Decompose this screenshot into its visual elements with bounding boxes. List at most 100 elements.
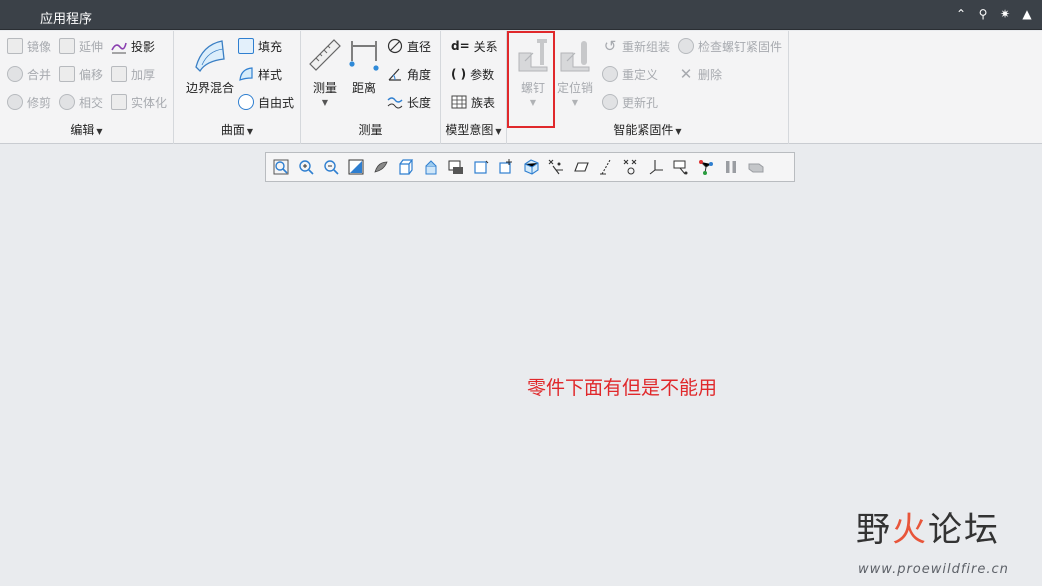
update-holes-icon (602, 94, 618, 110)
offset-label: 偏移 (79, 67, 104, 82)
family-table-button[interactable]: 族表 (451, 91, 495, 113)
reassemble-button[interactable]: ↺ 重新组装 (602, 35, 670, 57)
check-screw-fastener-button[interactable]: 检查螺钉紧固件 (678, 35, 782, 57)
project-icon (111, 38, 127, 54)
layer-icon[interactable] (747, 158, 765, 176)
offset-icon (59, 66, 75, 82)
extend-button[interactable]: 延伸 (59, 35, 103, 57)
fill-icon (238, 38, 254, 54)
intersect-button[interactable]: 相交 (59, 91, 103, 113)
display-style-icon[interactable] (372, 158, 390, 176)
plane-display-icon[interactable] (572, 158, 590, 176)
reorient-icon[interactable] (347, 158, 365, 176)
view-toolbar (265, 152, 795, 182)
point-display-icon[interactable] (622, 158, 640, 176)
redefine-icon (602, 66, 618, 82)
trim-button[interactable]: 修剪 (7, 91, 51, 113)
chevron-down-icon: ▼ (675, 127, 682, 136)
group-measure-label: 测量 (358, 123, 383, 137)
group-model-intent-label[interactable]: 模型意图 ▼ (441, 121, 506, 138)
trim-icon (7, 94, 23, 110)
axis-display-icon[interactable] (597, 158, 615, 176)
delete-button[interactable]: ✕ 删除 (678, 63, 722, 85)
view-manager-icon[interactable] (422, 158, 440, 176)
boundary-blend-icon (192, 37, 228, 73)
annotation-icon[interactable] (672, 158, 690, 176)
dowel-pin-icon (557, 37, 593, 73)
parameters-button[interactable]: ( ) 参数 (451, 63, 494, 85)
perspective-icon[interactable] (447, 158, 465, 176)
diameter-icon (387, 38, 403, 54)
group-edit-label[interactable]: 编辑 ▼ (0, 121, 173, 138)
refresh-icon: ↺ (603, 37, 617, 55)
solidify-icon (111, 94, 127, 110)
chevron-down-icon: ▼ (571, 98, 579, 107)
project-button[interactable]: 投影 (111, 35, 155, 57)
dowel-pin-button[interactable]: 定位销 ▼ (555, 37, 595, 107)
parameters-icon: ( ) (451, 67, 467, 81)
group-surface: 边界混合 填充 样式 自由式 曲面 ▼ (174, 31, 301, 144)
screw-highlight-box (507, 31, 555, 128)
chevron-down-icon: ▼ (96, 127, 103, 136)
freestyle-button[interactable]: 自由式 (238, 91, 294, 113)
ruler-icon (307, 37, 343, 73)
measure-button[interactable]: 测量 ▼ (305, 37, 345, 107)
merge-icon (7, 66, 23, 82)
offset-button[interactable]: 偏移 (59, 63, 103, 85)
style-button[interactable]: 样式 (238, 63, 282, 85)
zoom-in-icon[interactable] (297, 158, 315, 176)
annotation-text: 零件下面有但是不能用 (527, 377, 718, 399)
thicken-button[interactable]: 加厚 (111, 63, 155, 85)
redefine-button[interactable]: 重定义 (602, 63, 658, 85)
connectivity-icon[interactable] (697, 158, 715, 176)
relations-button[interactable]: d= 关系 (451, 35, 498, 57)
boundary-blend-button[interactable]: 边界混合 (180, 37, 240, 96)
length-button[interactable]: 长度 (387, 91, 431, 113)
chevron-down-icon: ▼ (246, 127, 254, 136)
watermark-logo: 野火论坛 (856, 510, 1000, 550)
angle-button[interactable]: 角度 (387, 63, 431, 85)
diameter-button[interactable]: 直径 (387, 35, 431, 57)
group-edit: 镜像 延伸 投影 合并 偏移 加厚 修剪 相交 实体化 编辑 ▼ (0, 31, 174, 144)
chevron-down-icon: ▼ (495, 127, 502, 136)
title-bar: 应用程序 ⌃ ⚲ ✷ ▲ (0, 0, 1042, 30)
table-icon (451, 94, 467, 110)
mirror-button[interactable]: 镜像 (7, 35, 51, 57)
mirror-label: 镜像 (27, 39, 52, 54)
settings-icon[interactable]: ✷ (998, 6, 1012, 22)
distance-icon (346, 37, 382, 73)
watermark: 野火论坛 www.proewildfire.cn (856, 502, 1008, 577)
watermark-url: www.proewildfire.cn (858, 562, 1009, 577)
section-icon[interactable] (522, 158, 540, 176)
freestyle-icon (238, 94, 254, 110)
spin-center-icon[interactable] (497, 158, 515, 176)
angle-icon (387, 66, 403, 82)
update-holes-button[interactable]: 更新孔 (602, 91, 658, 113)
group-surface-label[interactable]: 曲面 ▼ (174, 121, 300, 138)
chevron-up-icon[interactable]: ⌃ (954, 6, 968, 22)
fill-button[interactable]: 填充 (238, 35, 282, 57)
zoom-fit-icon[interactable] (272, 158, 290, 176)
mirror-icon (7, 38, 23, 54)
group-model-intent: d= 关系 ( ) 参数 族表 模型意图 ▼ (441, 31, 507, 144)
close-icon: ✕ (679, 65, 693, 83)
distance-button[interactable]: 距离 (345, 37, 383, 96)
zoom-out-icon[interactable] (322, 158, 340, 176)
extend-label: 延伸 (79, 39, 104, 54)
group-measure: 测量 ▼ 距离 直径 角度 长度 测量 (301, 31, 441, 144)
relations-icon: d= (451, 39, 470, 53)
datum-display-icon[interactable] (547, 158, 565, 176)
merge-button[interactable]: 合并 (7, 63, 51, 85)
check-icon (678, 38, 694, 54)
search-icon[interactable]: ⚲ (976, 6, 990, 22)
annotation-display-icon[interactable] (472, 158, 490, 176)
saved-views-icon[interactable] (397, 158, 415, 176)
csys-display-icon[interactable] (647, 158, 665, 176)
solidify-button[interactable]: 实体化 (111, 91, 167, 113)
trim-label: 修剪 (27, 95, 52, 110)
length-icon (387, 94, 403, 110)
graduation-cap-icon[interactable]: ▲ (1020, 6, 1034, 22)
solidify-label: 实体化 (131, 95, 168, 110)
style-icon (238, 66, 254, 82)
pause-icon[interactable] (722, 158, 740, 176)
